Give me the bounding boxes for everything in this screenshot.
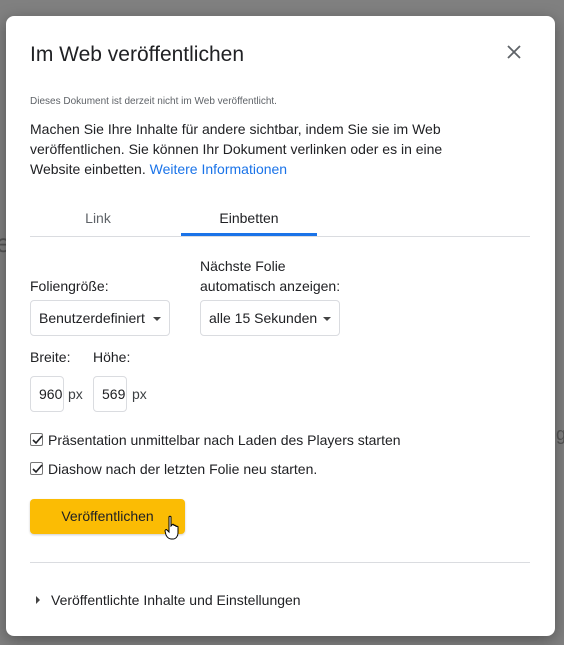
dialog-title: Im Web veröffentlichen [30, 43, 244, 66]
auto-advance-value: alle 15 Sekunden [209, 310, 318, 326]
dialog-description: Machen Sie Ihre Inhalte für andere sicht… [30, 119, 490, 179]
width-unit: px [68, 386, 83, 402]
width-label: Breite: [30, 349, 71, 365]
width-value: 960 [39, 386, 63, 402]
autostart-checkbox[interactable] [30, 433, 43, 446]
publish-to-web-dialog: Im Web veröffentlichen Dieses Dokument i… [6, 16, 555, 636]
loop-label: Diashow nach der letzten Folie neu start… [48, 461, 318, 477]
tab-embed[interactable]: Einbetten [181, 210, 317, 226]
chevron-down-icon [323, 317, 331, 321]
checkmark-icon [32, 464, 43, 474]
height-label: Höhe: [93, 349, 131, 365]
next-slide-label: Nächste Folie automatisch anzeigen: [200, 256, 340, 296]
expander-label: Veröffentlichte Inhalte und Einstellunge… [51, 592, 301, 608]
width-input[interactable]: 960 [30, 376, 64, 412]
section-divider [30, 562, 530, 563]
chevron-right-icon [36, 596, 40, 604]
slide-size-value: Benutzerdefiniert [39, 310, 145, 326]
auto-advance-dropdown[interactable]: alle 15 Sekunden [200, 300, 340, 336]
tab-bar: Link Einbetten [30, 206, 530, 237]
publish-status-text: Dieses Dokument ist derzeit nicht im Web… [30, 96, 277, 107]
height-input[interactable]: 569 [93, 376, 127, 412]
height-value: 569 [102, 386, 126, 402]
next-slide-label-line1: Nächste Folie [200, 258, 286, 274]
chevron-down-icon [153, 317, 161, 321]
close-icon[interactable] [503, 41, 525, 63]
loop-checkbox[interactable] [30, 462, 43, 475]
height-unit: px [132, 386, 147, 402]
slide-size-dropdown[interactable]: Benutzerdefiniert [30, 300, 170, 336]
checkmark-icon [32, 435, 43, 445]
active-tab-indicator [181, 233, 317, 236]
tab-link[interactable]: Link [30, 210, 166, 226]
autostart-label: Präsentation unmittelbar nach Laden des … [48, 432, 401, 448]
slide-size-label: Foliengröße: [30, 278, 109, 294]
learn-more-link[interactable]: Weitere Informationen [150, 161, 287, 177]
hand-pointer-cursor-icon [164, 515, 179, 540]
next-slide-label-line2: automatisch anzeigen: [200, 278, 341, 294]
publish-button[interactable]: Veröffentlichen [30, 499, 185, 534]
